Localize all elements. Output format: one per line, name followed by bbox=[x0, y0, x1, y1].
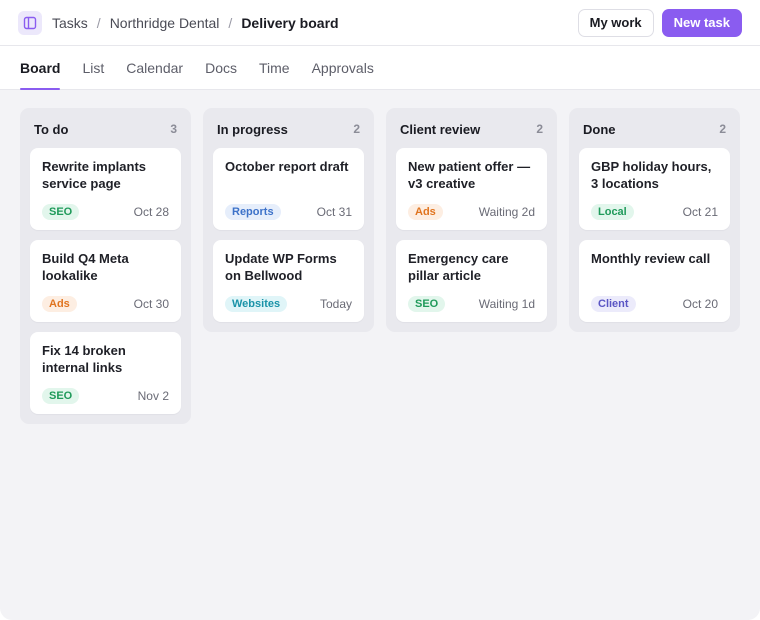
column-in-progress: In progress 2 October report draft Repor… bbox=[203, 108, 374, 332]
column-done: Done 2 GBP holiday hours, 3 locations Lo… bbox=[569, 108, 740, 332]
breadcrumb-tasks[interactable]: Tasks bbox=[52, 15, 88, 31]
column-count: 3 bbox=[170, 122, 177, 136]
tab-list[interactable]: List bbox=[82, 46, 104, 89]
new-task-button[interactable]: New task bbox=[661, 8, 742, 37]
column-client-review: Client review 2 New patient offer — v3 c… bbox=[386, 108, 557, 332]
task-title: Build Q4 Meta lookalike bbox=[42, 251, 129, 283]
breadcrumb-client[interactable]: Northridge Dental bbox=[110, 15, 220, 31]
task-title: New patient offer — v3 creative bbox=[408, 159, 531, 191]
tag-badge: Client bbox=[591, 296, 636, 312]
column-count: 2 bbox=[353, 122, 360, 136]
task-card[interactable]: Build Q4 Meta lookalike Ads Oct 30 bbox=[30, 240, 181, 322]
task-card[interactable]: New patient offer — v3 creative Ads Wait… bbox=[396, 148, 547, 230]
app-window: Tasks / Northridge Dental / Delivery boa… bbox=[0, 0, 760, 620]
task-title: Rewrite implants service page bbox=[42, 159, 147, 191]
waiting-status: Waiting 2d bbox=[478, 205, 535, 219]
tab-approvals[interactable]: Approvals bbox=[312, 46, 374, 89]
due-date: Oct 20 bbox=[682, 297, 718, 311]
task-card[interactable]: Update WP Forms on Bellwood Websites Tod… bbox=[213, 240, 364, 322]
task-card[interactable]: GBP holiday hours, 3 locations Local Oct… bbox=[579, 148, 730, 230]
due-date: Oct 30 bbox=[133, 297, 169, 311]
tab-docs[interactable]: Docs bbox=[205, 46, 237, 89]
kanban-board: To do 3 Rewrite implants service page SE… bbox=[20, 108, 740, 424]
task-card[interactable]: Fix 14 broken internal links SEO Nov 2 bbox=[30, 332, 181, 414]
task-card[interactable]: October report draft Reports Oct 31 bbox=[213, 148, 364, 230]
column-to-do: To do 3 Rewrite implants service page SE… bbox=[20, 108, 191, 424]
tag-badge: Websites bbox=[225, 296, 288, 312]
task-footer: SEO Waiting 1d bbox=[408, 296, 535, 312]
task-title: Monthly review call bbox=[591, 251, 711, 266]
task-footer: Websites Today bbox=[225, 296, 352, 312]
header-actions: My work New task bbox=[577, 8, 742, 37]
column-title: To do bbox=[34, 121, 69, 137]
task-footer: Ads Waiting 2d bbox=[408, 204, 535, 220]
due-date: Oct 31 bbox=[316, 205, 352, 219]
my-work-button[interactable]: My work bbox=[577, 8, 654, 37]
page-title: Delivery board bbox=[241, 14, 339, 31]
task-title: GBP holiday hours, 3 locations bbox=[591, 159, 712, 191]
task-card[interactable]: Emergency care pillar article SEO Waitin… bbox=[396, 240, 547, 322]
column-header: Done 2 bbox=[579, 118, 730, 148]
task-footer: Ads Oct 30 bbox=[42, 296, 169, 312]
column-title: Done bbox=[583, 121, 616, 137]
breadcrumb-separator: / bbox=[228, 14, 233, 31]
task-title: Update WP Forms on Bellwood bbox=[225, 251, 337, 283]
tag-badge: Local bbox=[591, 204, 634, 220]
due-date: Oct 21 bbox=[682, 205, 718, 219]
column-title: Client review bbox=[400, 121, 481, 137]
task-title: Emergency care pillar article bbox=[408, 251, 509, 283]
due-date: Today bbox=[319, 297, 352, 311]
task-footer: SEO Oct 28 bbox=[42, 204, 169, 220]
tag-badge: Ads bbox=[42, 296, 77, 312]
tab-time[interactable]: Time bbox=[259, 46, 290, 89]
task-footer: Client Oct 20 bbox=[591, 296, 718, 312]
column-header: To do 3 bbox=[30, 118, 181, 148]
waiting-status: Waiting 1d bbox=[478, 297, 535, 311]
task-title: October report draft bbox=[225, 159, 349, 174]
task-footer: SEO Nov 2 bbox=[42, 388, 169, 404]
tag-badge: SEO bbox=[42, 204, 80, 220]
task-card[interactable]: Rewrite implants service page SEO Oct 28 bbox=[30, 148, 181, 230]
task-footer: Reports Oct 31 bbox=[225, 204, 352, 220]
tab-calendar[interactable]: Calendar bbox=[126, 46, 183, 89]
top-header: Tasks / Northridge Dental / Delivery boa… bbox=[0, 0, 760, 46]
breadcrumb-separator: / bbox=[96, 14, 101, 31]
tag-badge: Ads bbox=[408, 204, 443, 220]
task-card[interactable]: Monthly review call Client Oct 20 bbox=[579, 240, 730, 322]
breadcrumb: Tasks / Northridge Dental / Delivery boa… bbox=[52, 15, 339, 31]
column-count: 2 bbox=[719, 122, 726, 136]
column-count: 2 bbox=[536, 122, 543, 136]
tab-board[interactable]: Board bbox=[20, 46, 61, 90]
view-tabs: Board List Calendar Docs Time Approvals bbox=[0, 46, 760, 90]
column-header: Client review 2 bbox=[396, 118, 547, 148]
due-date: Oct 28 bbox=[133, 205, 169, 219]
column-header: In progress 2 bbox=[213, 118, 364, 148]
board-icon[interactable] bbox=[18, 10, 42, 35]
column-title: In progress bbox=[217, 121, 288, 137]
tag-badge: SEO bbox=[408, 296, 446, 312]
tag-badge: SEO bbox=[42, 388, 80, 404]
task-title: Fix 14 broken internal links bbox=[42, 343, 126, 375]
task-footer: Local Oct 21 bbox=[591, 204, 718, 220]
tag-badge: Reports bbox=[225, 204, 281, 220]
due-date: Nov 2 bbox=[137, 389, 169, 403]
